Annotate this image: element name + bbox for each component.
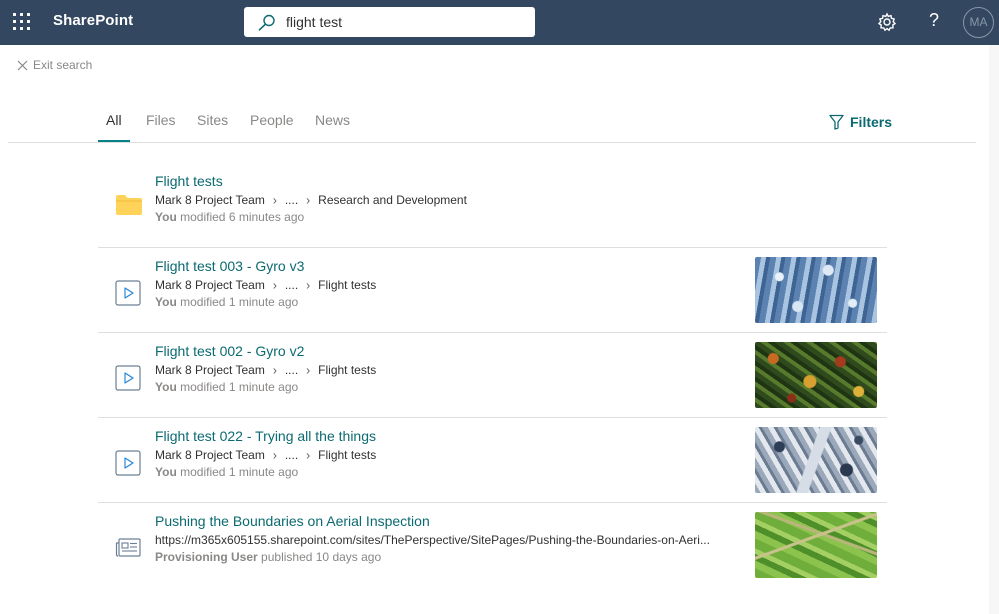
search-input[interactable]	[286, 12, 526, 32]
search-box[interactable]	[244, 7, 535, 37]
meta-actor: You	[155, 295, 177, 309]
result-thumbnail[interactable]	[755, 512, 877, 578]
tab-sites[interactable]: Sites	[197, 112, 228, 128]
tabs-divider	[8, 142, 976, 143]
meta-actor: Provisioning User	[155, 550, 258, 564]
result-url-text[interactable]: https://m365x605155.sharepoint.com/sites…	[155, 533, 710, 547]
news-icon	[115, 538, 141, 557]
tab-all[interactable]: All	[106, 112, 122, 128]
tab-files[interactable]: Files	[146, 112, 176, 128]
suite-header: SharePoint ? MA	[0, 0, 999, 45]
meta-text: published 10 days ago	[261, 550, 382, 564]
result-meta: Provisioning User published 10 days ago	[155, 550, 381, 564]
meta-actor: You	[155, 380, 177, 394]
path-segment[interactable]: Flight tests	[318, 278, 376, 292]
result-thumbnail[interactable]	[755, 342, 877, 408]
result-path: Mark 8 Project Team › .... › Flight test…	[155, 362, 376, 378]
video-icon	[115, 365, 141, 391]
path-segment[interactable]: ....	[285, 193, 298, 207]
result-thumbnail[interactable]	[755, 427, 877, 493]
exit-search-button[interactable]: Exit search	[17, 58, 92, 72]
result-meta: You modified 1 minute ago	[155, 295, 298, 309]
video-icon	[115, 450, 141, 476]
avatar[interactable]: MA	[963, 7, 994, 38]
filter-icon	[829, 114, 844, 130]
chevron-right-icon: ›	[272, 192, 277, 208]
result-url: https://m365x605155.sharepoint.com/sites…	[155, 533, 710, 547]
search-icon	[258, 14, 275, 31]
meta-text: modified 1 minute ago	[180, 380, 299, 394]
result-meta: You modified 1 minute ago	[155, 380, 298, 394]
result-path: Mark 8 Project Team › .... › Flight test…	[155, 277, 376, 293]
result-thumbnail[interactable]	[755, 257, 877, 323]
chevron-right-icon: ›	[306, 277, 311, 293]
path-segment[interactable]: Mark 8 Project Team	[155, 363, 265, 377]
meta-actor: You	[155, 465, 177, 479]
close-icon	[17, 60, 28, 70]
search-result: Flight test 002 - Gyro v2 Mark 8 Project…	[98, 333, 887, 418]
result-title[interactable]: Flight tests	[155, 173, 223, 189]
filters-label: Filters	[850, 114, 893, 130]
scrollbar[interactable]	[989, 45, 999, 614]
search-result: Flight tests Mark 8 Project Team › .... …	[98, 163, 887, 248]
path-segment[interactable]: Mark 8 Project Team	[155, 193, 265, 207]
result-path: Mark 8 Project Team › .... › Research an…	[155, 192, 467, 208]
settings-gear-icon[interactable]	[877, 12, 897, 32]
chevron-right-icon: ›	[306, 192, 311, 208]
path-segment[interactable]: Flight tests	[318, 363, 376, 377]
result-title[interactable]: Pushing the Boundaries on Aerial Inspect…	[155, 513, 430, 529]
path-segment[interactable]: ....	[285, 448, 298, 462]
chevron-right-icon: ›	[272, 362, 277, 378]
path-segment[interactable]: ....	[285, 363, 298, 377]
result-title[interactable]: Flight test 003 - Gyro v3	[155, 258, 304, 274]
chevron-right-icon: ›	[272, 277, 277, 293]
meta-text: modified 1 minute ago	[180, 295, 299, 309]
search-result: Flight test 022 - Trying all the things …	[98, 418, 887, 503]
exit-search-label: Exit search	[33, 58, 93, 72]
chevron-right-icon: ›	[272, 447, 277, 463]
meta-text: modified 1 minute ago	[180, 465, 299, 479]
filters-button[interactable]: Filters	[829, 114, 892, 130]
path-segment[interactable]: Flight tests	[318, 448, 376, 462]
search-result: Flight test 003 - Gyro v3 Mark 8 Project…	[98, 248, 887, 333]
result-meta: You modified 6 minutes ago	[155, 210, 304, 224]
path-segment[interactable]: Mark 8 Project Team	[155, 448, 265, 462]
video-icon	[115, 280, 141, 306]
help-icon[interactable]: ?	[924, 10, 944, 34]
app-title[interactable]: SharePoint	[53, 12, 133, 29]
app-launcher-icon[interactable]	[13, 13, 30, 30]
folder-icon	[116, 195, 142, 215]
result-meta: You modified 1 minute ago	[155, 465, 298, 479]
meta-text: modified 6 minutes ago	[180, 210, 305, 224]
path-segment[interactable]: Research and Development	[318, 193, 467, 207]
tab-people[interactable]: People	[250, 112, 294, 128]
search-result: Pushing the Boundaries on Aerial Inspect…	[98, 503, 887, 588]
result-title[interactable]: Flight test 022 - Trying all the things	[155, 428, 376, 444]
path-segment[interactable]: Mark 8 Project Team	[155, 278, 265, 292]
result-path: Mark 8 Project Team › .... › Flight test…	[155, 447, 376, 463]
chevron-right-icon: ›	[306, 362, 311, 378]
meta-actor: You	[155, 210, 177, 224]
result-title[interactable]: Flight test 002 - Gyro v2	[155, 343, 304, 359]
chevron-right-icon: ›	[306, 447, 311, 463]
path-segment[interactable]: ....	[285, 278, 298, 292]
tab-news[interactable]: News	[315, 112, 350, 128]
